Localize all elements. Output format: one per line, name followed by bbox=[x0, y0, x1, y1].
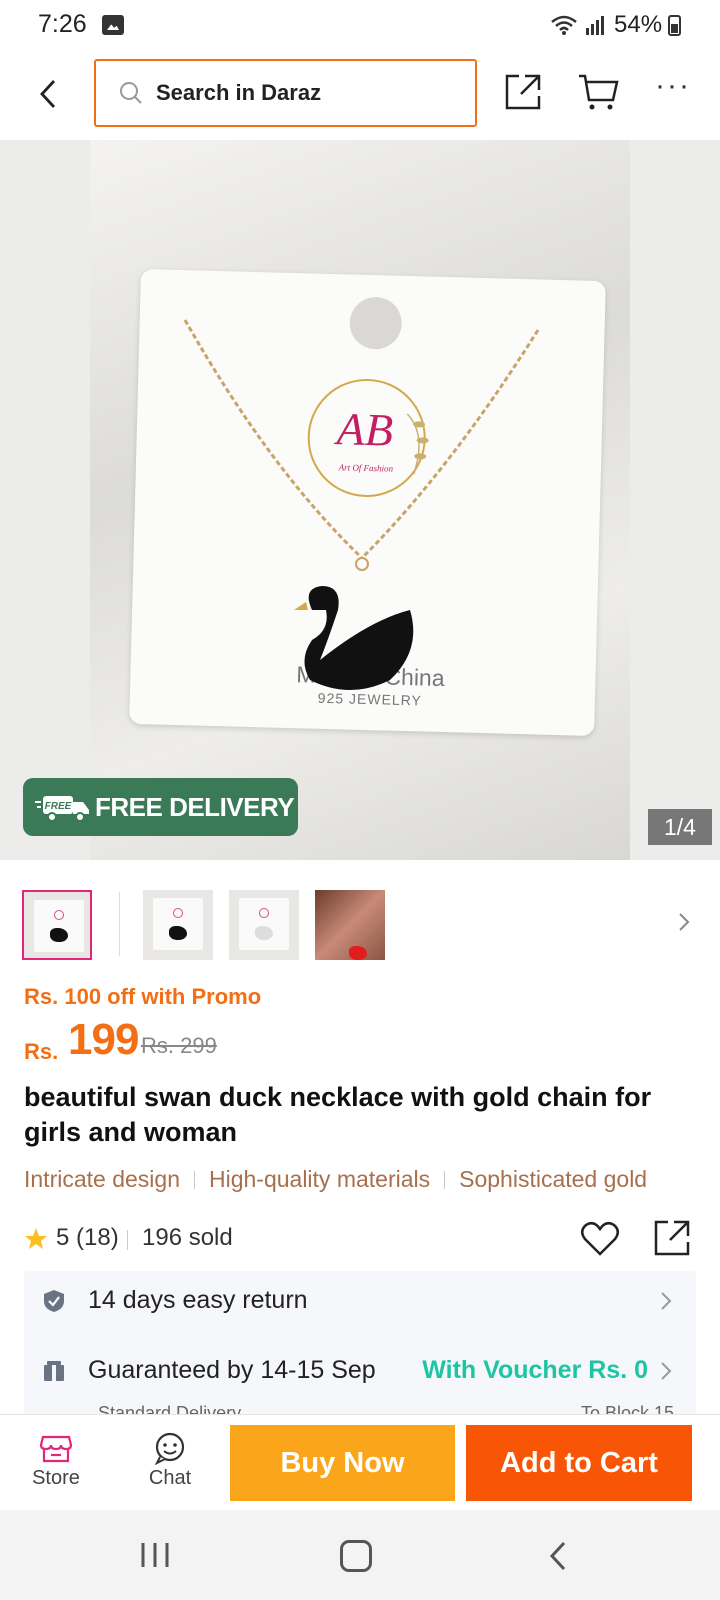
battery-icon bbox=[668, 15, 681, 36]
chevron-right-icon[interactable] bbox=[676, 910, 692, 934]
top-header: Search in Daraz ··· bbox=[0, 52, 720, 140]
chevron-right-icon bbox=[661, 1362, 672, 1380]
share-icon[interactable] bbox=[652, 1218, 692, 1258]
share-icon[interactable] bbox=[503, 72, 543, 112]
home-icon[interactable] bbox=[340, 1540, 372, 1572]
search-input[interactable]: Search in Daraz bbox=[94, 59, 477, 127]
product-highlights: Intricate design High-quality materials So… bbox=[24, 1166, 720, 1198]
highlight-tag: High-quality materials bbox=[208, 1166, 431, 1192]
wishlist-heart-icon[interactable] bbox=[580, 1220, 620, 1258]
delivery-voucher: With Voucher Rs. 0 bbox=[422, 1356, 648, 1384]
chat-label: Chat bbox=[148, 1467, 192, 1489]
chevron-left-icon bbox=[40, 80, 56, 108]
delivery-guarantee: Guaranteed by 14-15 Sep bbox=[88, 1356, 376, 1384]
more-options-icon[interactable]: ··· bbox=[655, 71, 695, 106]
sold-count: 196 sold bbox=[142, 1224, 233, 1251]
shield-check-icon bbox=[44, 1290, 64, 1312]
bottom-action-bar: Store Chat Buy Now Add to Cart bbox=[0, 1414, 720, 1510]
store-label: Store bbox=[32, 1467, 80, 1489]
thumbnail-divider bbox=[119, 892, 120, 956]
battery-percent: 54% bbox=[614, 11, 663, 38]
back-button[interactable] bbox=[30, 74, 66, 114]
thumbnail-strip bbox=[0, 888, 720, 964]
thumbnail-1[interactable] bbox=[22, 890, 92, 960]
wifi-icon bbox=[551, 15, 577, 35]
price-current: 199 bbox=[68, 1015, 139, 1064]
return-policy-text: 14 days easy return bbox=[88, 1286, 308, 1314]
image-counter: 1/4 bbox=[648, 809, 712, 845]
star-icon bbox=[25, 1228, 47, 1249]
product-title: beautiful swan duck necklace with gold c… bbox=[24, 1082, 652, 1147]
gallery-notification-icon bbox=[102, 15, 124, 35]
promo-text: Rs. 100 off with Promo bbox=[24, 984, 262, 1009]
delivery-truck-icon: FREE bbox=[35, 796, 89, 822]
necklace-illustration bbox=[183, 319, 540, 690]
highlight-tag: Sophisticated gold bbox=[459, 1166, 648, 1192]
system-nav-bar bbox=[0, 1510, 720, 1600]
chevron-right-icon bbox=[661, 1292, 672, 1310]
search-icon bbox=[120, 82, 142, 104]
price-original: Rs. 299 bbox=[141, 1033, 217, 1058]
rating-score[interactable]: 5 (18) bbox=[56, 1224, 119, 1252]
add-to-cart-button[interactable]: Add to Cart bbox=[466, 1425, 692, 1501]
store-icon bbox=[39, 1435, 73, 1463]
thumbnail-2[interactable] bbox=[143, 890, 213, 960]
buy-now-button[interactable]: Buy Now bbox=[230, 1425, 455, 1501]
search-placeholder: Search in Daraz bbox=[156, 80, 322, 105]
chat-icon bbox=[154, 1432, 185, 1465]
status-bar: 7:26 54% bbox=[0, 0, 720, 52]
product-image-gallery[interactable]: AB Art Of Fashion Made in China 925 JEWE… bbox=[0, 140, 720, 860]
store-button[interactable]: Store bbox=[20, 1423, 92, 1503]
price-currency: Rs. bbox=[24, 1039, 59, 1064]
free-delivery-badge: FREE FREE DELIVERY bbox=[23, 778, 298, 836]
chat-button[interactable]: Chat bbox=[134, 1423, 206, 1503]
cart-icon[interactable] bbox=[577, 72, 619, 112]
return-policy-row[interactable]: 14 days easy return bbox=[24, 1271, 696, 1331]
free-delivery-label: FREE DELIVERY bbox=[95, 791, 295, 822]
thumbnail-4[interactable] bbox=[315, 890, 385, 960]
thumbnail-3[interactable] bbox=[229, 890, 299, 960]
package-icon bbox=[44, 1361, 64, 1381]
highlight-tag: Intricate design bbox=[24, 1166, 180, 1192]
recent-apps-icon[interactable] bbox=[138, 1540, 172, 1570]
rating-row: 5 (18) 196 sold bbox=[24, 1220, 696, 1260]
delivery-row[interactable]: Guaranteed by 14-15 Sep With Voucher Rs.… bbox=[24, 1341, 696, 1401]
truck-label: FREE bbox=[45, 801, 72, 812]
product-photo: AB Art Of Fashion Made in China 925 JEWE… bbox=[90, 140, 630, 860]
signal-icon bbox=[586, 16, 604, 35]
service-info: 14 days easy return Guaranteed by 14-15 … bbox=[24, 1271, 696, 1421]
nav-back-icon[interactable] bbox=[548, 1540, 568, 1572]
status-time: 7:26 bbox=[38, 10, 87, 38]
